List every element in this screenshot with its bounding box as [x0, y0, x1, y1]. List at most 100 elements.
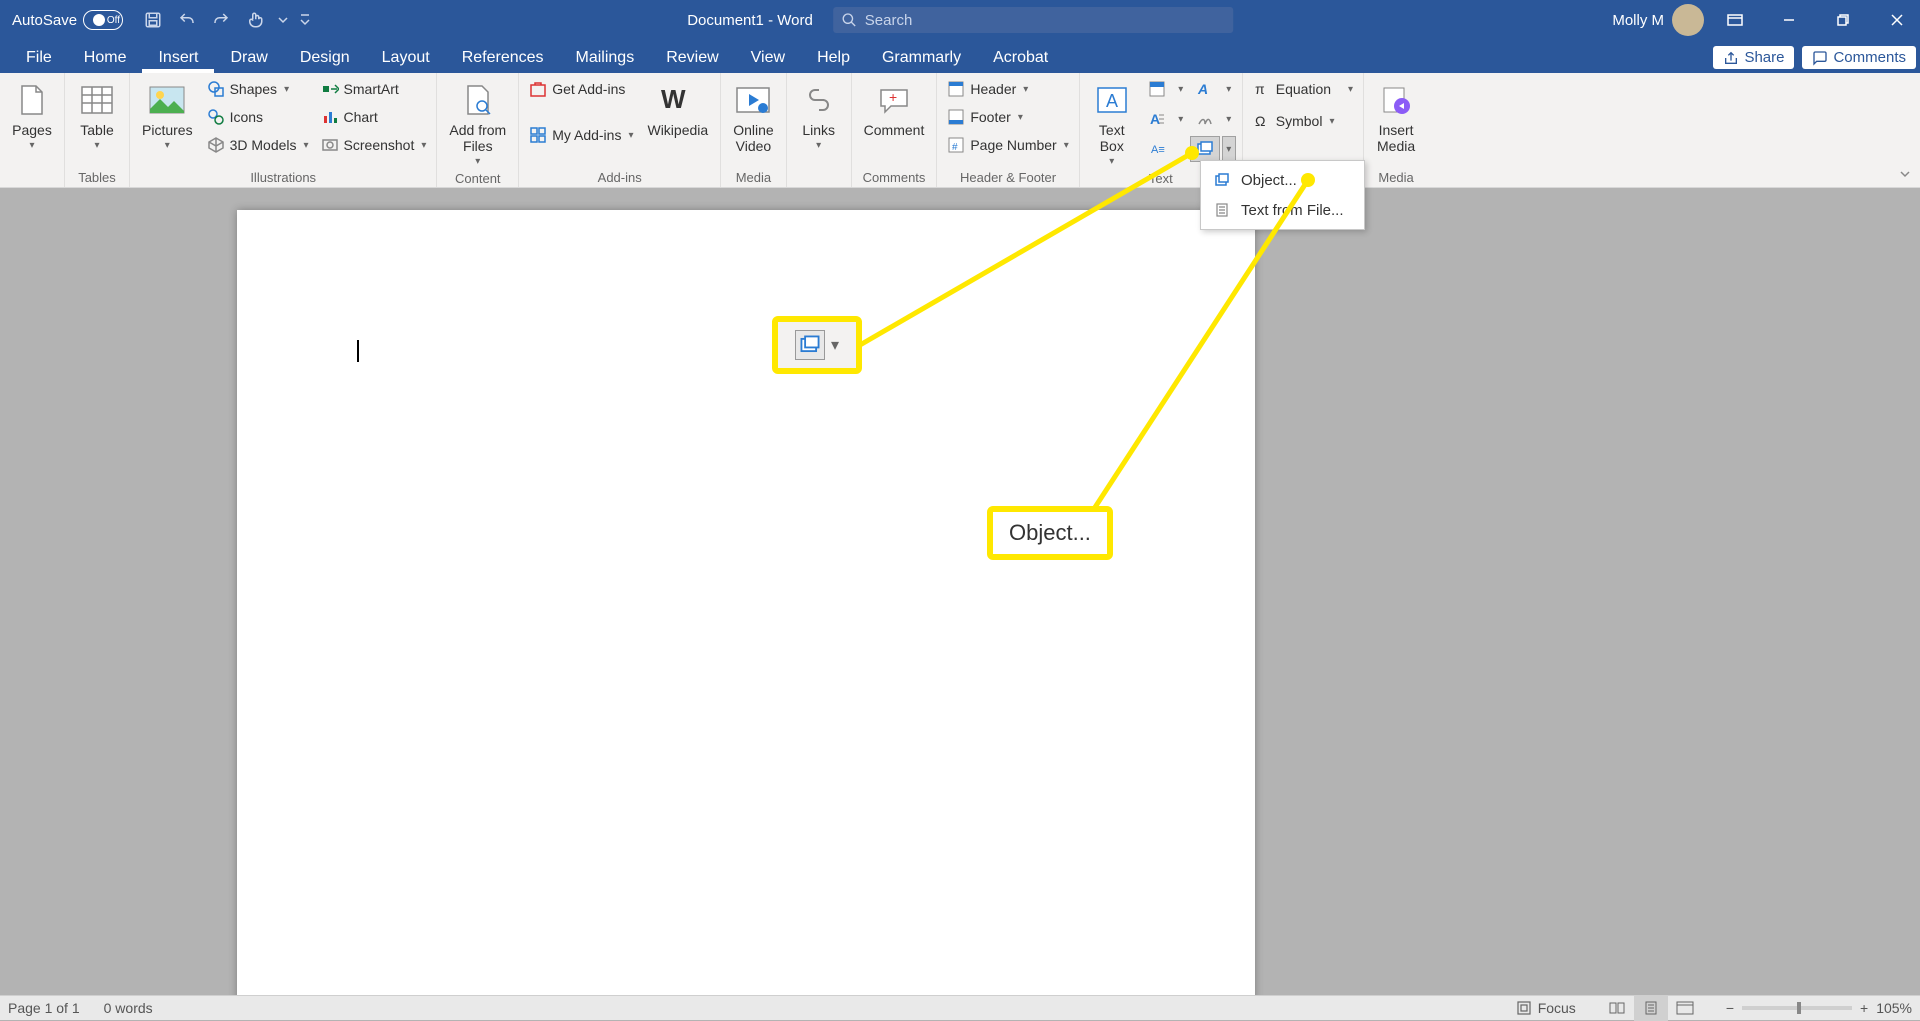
undo-icon[interactable] [175, 8, 199, 32]
status-page[interactable]: Page 1 of 1 [8, 1000, 80, 1016]
save-icon[interactable] [141, 8, 165, 32]
web-layout-icon[interactable] [1668, 996, 1702, 1021]
online-video-button[interactable]: Online Video [727, 76, 779, 158]
close-icon[interactable] [1874, 0, 1920, 40]
group-addins-label: Add-ins [598, 170, 642, 187]
zoom-out-button[interactable]: − [1726, 1000, 1734, 1016]
add-from-files-button[interactable]: Add from Files ▾ [443, 76, 512, 171]
tab-home[interactable]: Home [68, 43, 143, 73]
pages-button[interactable]: Pages ▾ [6, 76, 58, 155]
maximize-icon[interactable] [1820, 0, 1866, 40]
header-button[interactable]: Header▾ [943, 76, 1072, 102]
print-layout-icon[interactable] [1634, 996, 1668, 1021]
icons-button[interactable]: Icons [203, 104, 313, 130]
tab-mailings[interactable]: Mailings [560, 43, 651, 73]
document-page[interactable] [237, 210, 1255, 995]
collapse-ribbon-icon[interactable] [1896, 165, 1914, 183]
object-dropdown-menu: Object... Text from File... [1200, 160, 1365, 230]
wordart-button[interactable]: A [1190, 76, 1220, 102]
textbox-icon: A [1092, 80, 1132, 120]
3d-models-button[interactable]: 3D Models▾ [203, 132, 313, 158]
group-links-label [817, 170, 821, 187]
read-mode-icon[interactable] [1600, 996, 1634, 1021]
focus-mode-button[interactable]: Focus [1516, 1000, 1576, 1016]
screenshot-button[interactable]: Screenshot▾ [317, 132, 431, 158]
tab-review[interactable]: Review [650, 43, 734, 73]
drop-cap-button[interactable]: A [1142, 106, 1172, 132]
links-button[interactable]: Links ▾ [793, 76, 845, 155]
smartart-button[interactable]: SmartArt [317, 76, 431, 102]
tab-references[interactable]: References [446, 43, 560, 73]
text-box-button[interactable]: A Text Box ▾ [1086, 76, 1138, 171]
group-tables-label: Tables [78, 170, 116, 187]
group-media-label: Media [736, 170, 771, 187]
quick-parts-dropdown[interactable]: ▾ [1174, 76, 1188, 102]
object-button[interactable] [1190, 136, 1220, 162]
svg-text:A≡: A≡ [1151, 144, 1165, 156]
zoom-slider[interactable] [1742, 1006, 1852, 1010]
group-media2-label: Media [1378, 170, 1413, 187]
touch-mode-icon[interactable] [243, 8, 267, 32]
table-button[interactable]: Table ▾ [71, 76, 123, 155]
user-avatar[interactable] [1672, 4, 1704, 36]
equation-button[interactable]: πEquation▾ [1249, 76, 1357, 102]
footer-icon [947, 108, 965, 126]
comment-button[interactable]: + Comment [858, 76, 931, 142]
table-icon [77, 80, 117, 120]
quick-parts-button[interactable] [1142, 76, 1172, 102]
object-dropdown-button[interactable]: ▾ [1222, 136, 1236, 162]
qat-dropdown-icon[interactable] [277, 8, 289, 32]
user-name[interactable]: Molly M [1612, 12, 1664, 29]
tab-draw[interactable]: Draw [214, 43, 283, 73]
tab-design[interactable]: Design [284, 43, 366, 73]
signature-dropdown[interactable]: ▾ [1222, 106, 1236, 132]
chart-button[interactable]: Chart [317, 104, 431, 130]
share-button[interactable]: Share [1713, 46, 1794, 69]
drop-cap-dropdown[interactable]: ▾ [1174, 106, 1188, 132]
svg-text:W: W [661, 86, 686, 114]
smartart-icon [321, 80, 339, 98]
object-menu-item[interactable]: Object... [1201, 165, 1364, 195]
status-words[interactable]: 0 words [104, 1000, 153, 1016]
insert-media-button[interactable]: Insert Media [1370, 76, 1422, 158]
wordart-dropdown[interactable]: ▾ [1222, 76, 1236, 102]
footer-button[interactable]: Footer▾ [943, 104, 1072, 130]
get-addins-button[interactable]: Get Add-ins [525, 76, 637, 102]
date-time-button[interactable]: A≡ [1142, 136, 1172, 162]
tab-insert[interactable]: Insert [142, 43, 214, 73]
pictures-button[interactable]: Pictures ▾ [136, 76, 199, 155]
zoom-level[interactable]: 105% [1876, 1000, 1912, 1016]
tab-help[interactable]: Help [801, 43, 866, 73]
zoom-in-button[interactable]: + [1860, 1000, 1868, 1016]
signature-button[interactable] [1190, 106, 1220, 132]
link-icon [799, 80, 839, 120]
tab-layout[interactable]: Layout [366, 43, 446, 73]
tab-view[interactable]: View [735, 43, 801, 73]
group-illustrations-label: Illustrations [250, 170, 316, 187]
comment-icon: + [874, 80, 914, 120]
callout-object-icon [795, 330, 825, 360]
autosave-toggle[interactable]: AutoSave Off [12, 10, 123, 30]
page-number-button[interactable]: #Page Number▾ [943, 132, 1072, 158]
tab-file[interactable]: File [10, 43, 68, 73]
wikipedia-button[interactable]: W Wikipedia [641, 76, 714, 142]
svg-text:#: # [952, 142, 958, 153]
tab-grammarly[interactable]: Grammarly [866, 43, 977, 73]
symbol-icon: Ω [1253, 112, 1271, 130]
shapes-button[interactable]: Shapes▾ [203, 76, 313, 102]
qat-customize-icon[interactable] [299, 8, 311, 32]
ribbon-display-icon[interactable] [1712, 0, 1758, 40]
svg-text:A: A [1197, 81, 1208, 97]
text-from-file-menu-item[interactable]: Text from File... [1201, 195, 1364, 225]
redo-icon[interactable] [209, 8, 233, 32]
autosave-label: AutoSave [12, 12, 77, 29]
my-addins-button[interactable]: My Add-ins▾ [525, 122, 637, 148]
wikipedia-icon: W [658, 80, 698, 120]
tab-acrobat[interactable]: Acrobat [977, 43, 1064, 73]
minimize-icon[interactable] [1766, 0, 1812, 40]
symbol-button[interactable]: ΩSymbol▾ [1249, 108, 1357, 134]
svg-text:A: A [1150, 111, 1160, 127]
header-icon [947, 80, 965, 98]
search-input[interactable]: Search [833, 7, 1233, 33]
comments-button[interactable]: Comments [1802, 46, 1916, 69]
